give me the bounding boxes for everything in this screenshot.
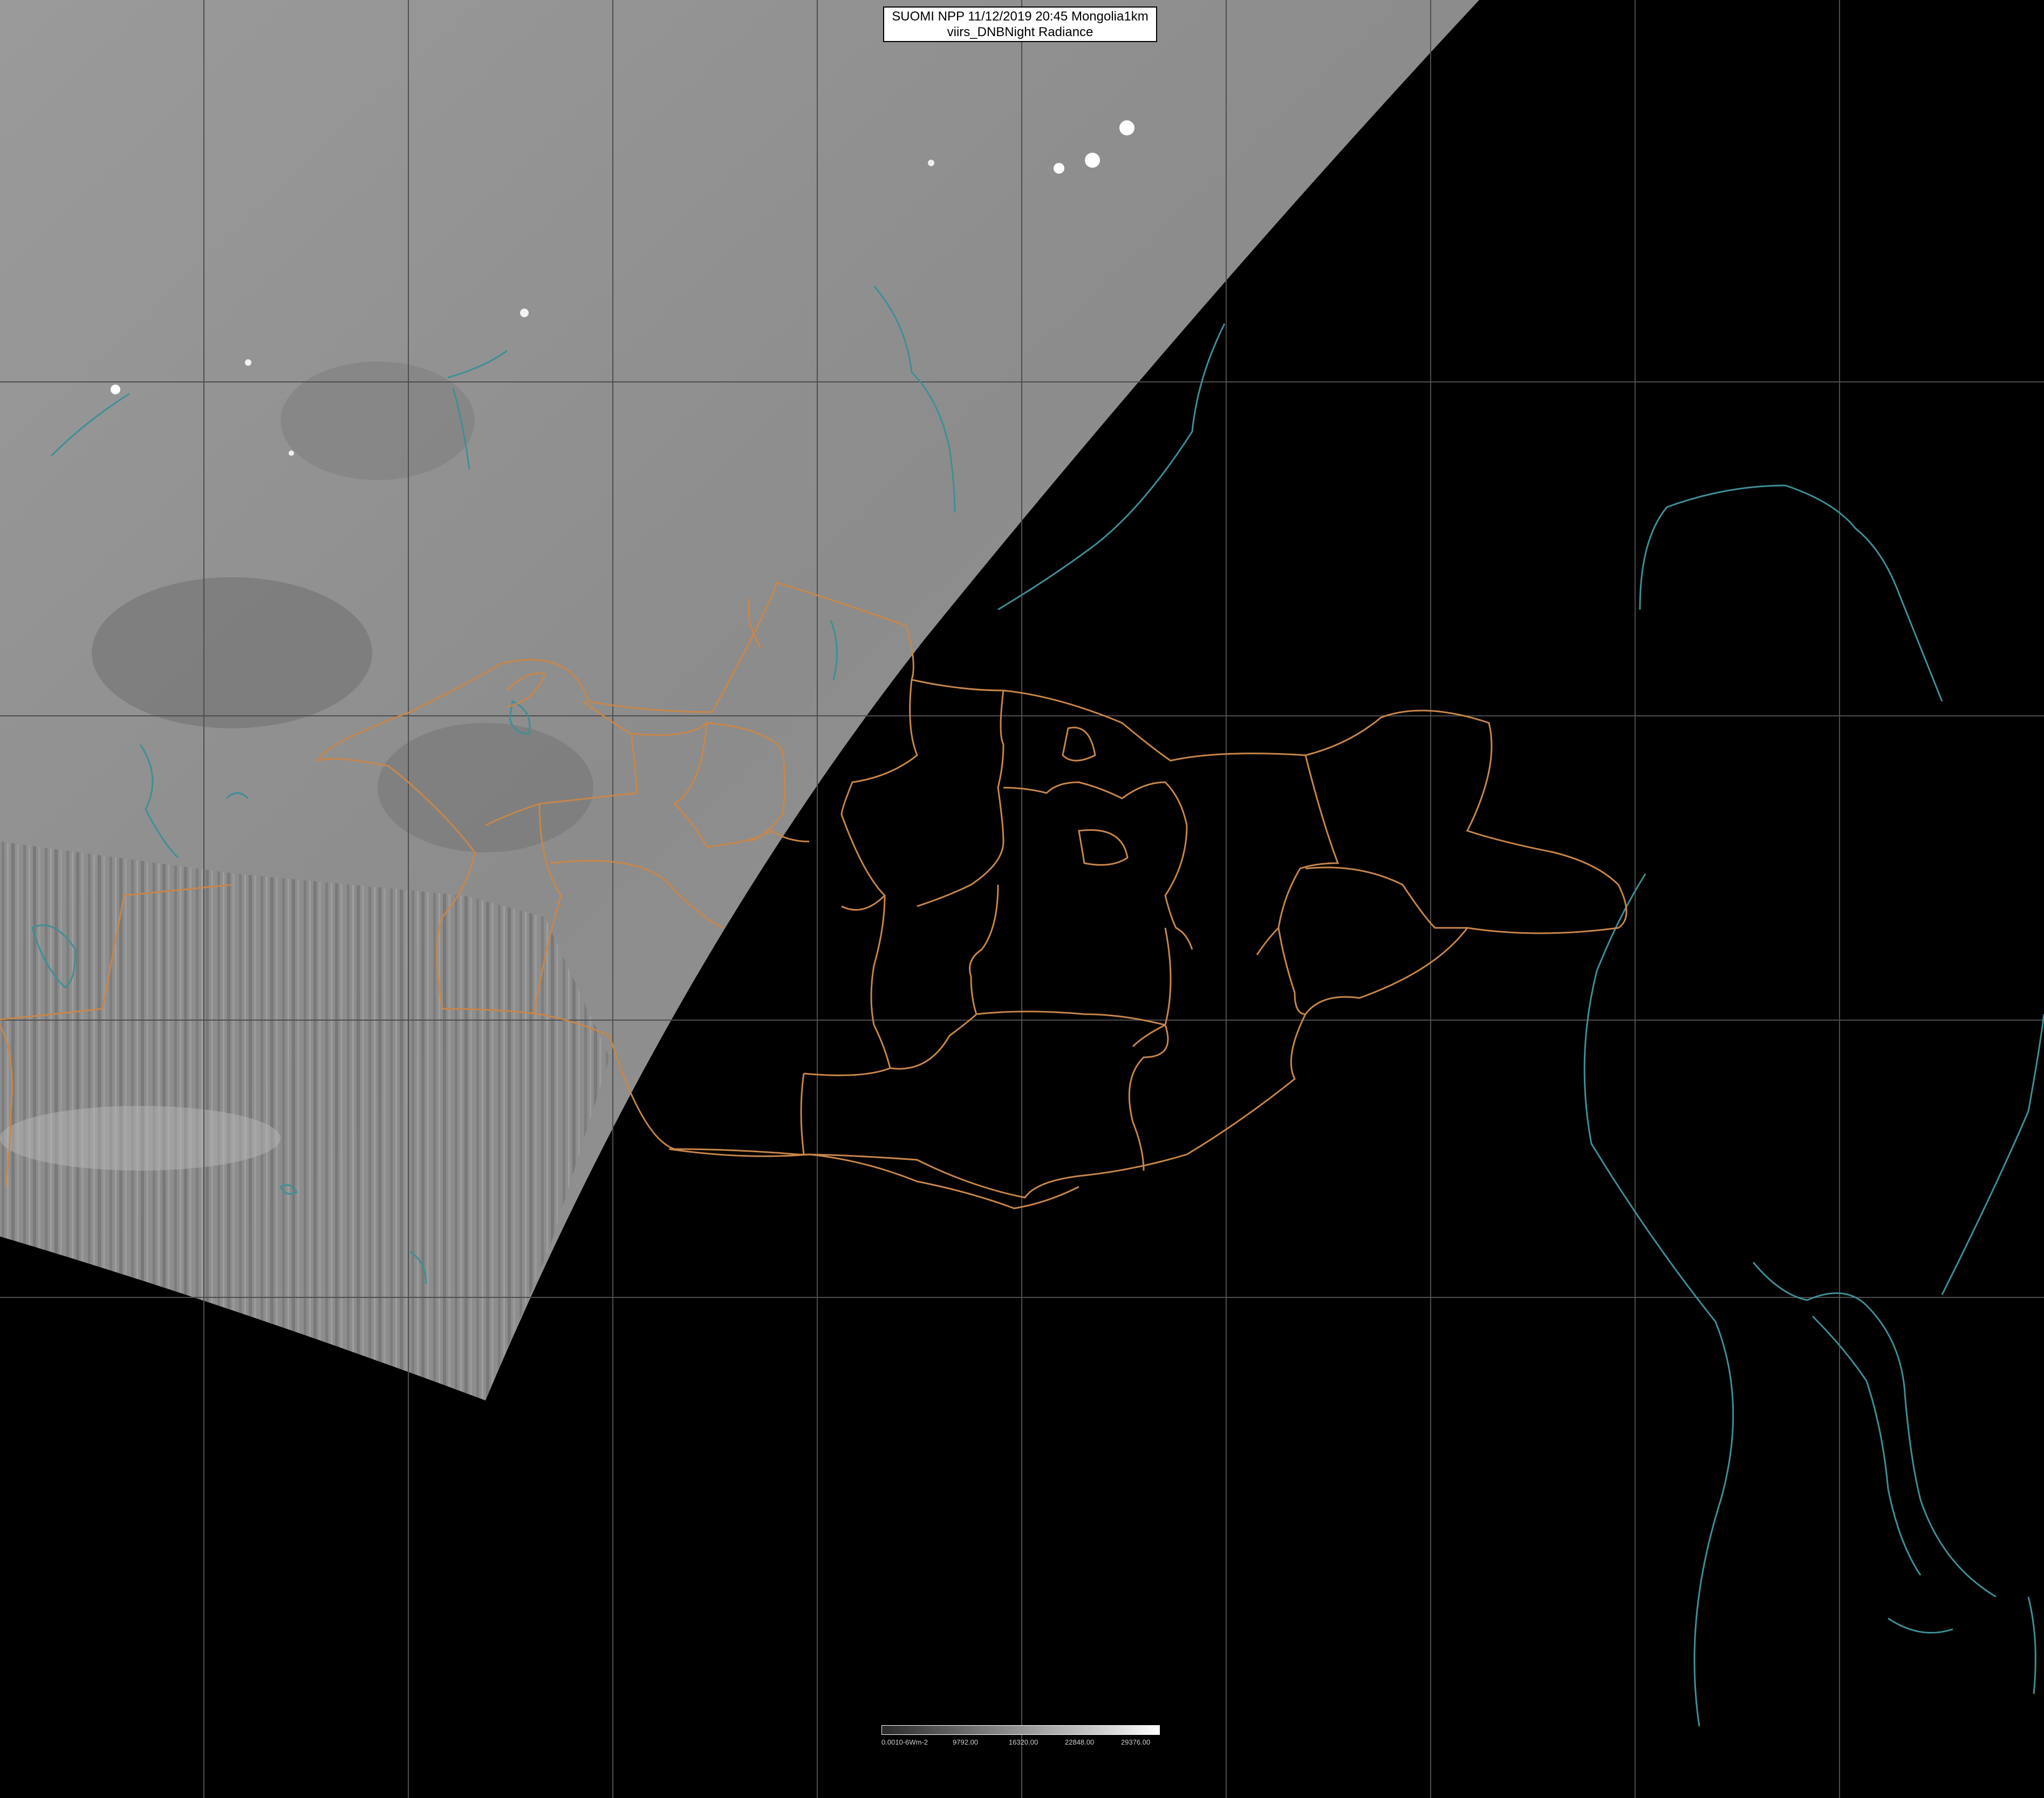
city-light [928, 160, 934, 166]
colorbar-tick-label: 29376.00 [1121, 1738, 1151, 1746]
city-light [289, 450, 294, 456]
colorbar-tick-label: 22848.00 [1065, 1738, 1095, 1746]
colorbar-legend: 0.0010-6Wm-2 9792.00 16320.00 22848.00 2… [881, 1725, 1160, 1751]
terrain-patch [0, 1106, 281, 1171]
map-title-box: SUOMI NPP 11/12/2019 20:45 Mongolia1km v… [883, 6, 1157, 42]
title-satellite-datetime: SUOMI NPP 11/12/2019 20:45 Mongolia1km [892, 9, 1149, 24]
title-product: viirs_DNBNight Radiance [947, 25, 1093, 39]
colorbar-gradient [881, 1725, 1160, 1735]
city-light [1054, 163, 1064, 174]
colorbar-tick-label: 9792.00 [953, 1738, 978, 1746]
city-light [111, 385, 120, 394]
map-view: SUOMI NPP 11/12/2019 20:45 Mongolia1km v… [0, 0, 2044, 1798]
city-light [245, 359, 251, 366]
city-light [1119, 120, 1134, 135]
city-light [520, 309, 529, 317]
colorbar-ticks: 0.0010-6Wm-2 9792.00 16320.00 22848.00 2… [881, 1738, 1160, 1750]
terrain-patch [378, 723, 593, 852]
terrain-patch [281, 361, 475, 480]
terrain-patch [92, 577, 372, 728]
colorbar-tick-label: 16320.00 [1009, 1738, 1038, 1746]
city-light [1085, 153, 1100, 168]
colorbar-tick-label: 0.0010-6Wm-2 [881, 1738, 928, 1746]
map-canvas [0, 0, 2044, 1798]
